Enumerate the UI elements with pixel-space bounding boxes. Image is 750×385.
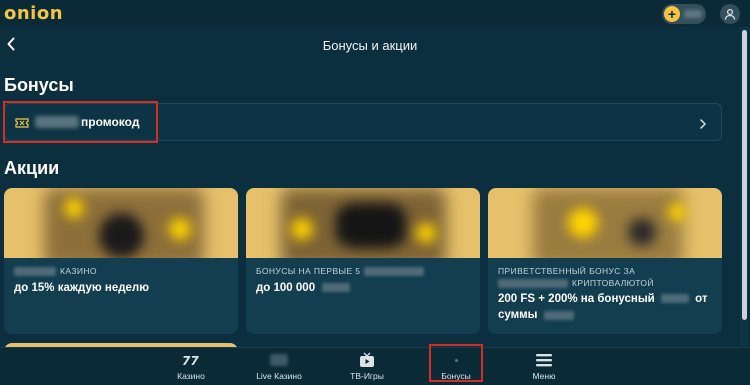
- promo-card-3-title-part3: суммы: [498, 309, 538, 322]
- nav-label-menu: Меню: [532, 371, 556, 381]
- promotions-section-title: Акции: [4, 158, 60, 178]
- blurred-text: [543, 310, 574, 320]
- promo-card-2-title: до 100 000: [256, 280, 470, 296]
- promo-card-3-image: [488, 188, 722, 258]
- menu-icon: [535, 352, 553, 368]
- blurred-text: [322, 283, 351, 293]
- scrollbar-thumb[interactable]: [742, 30, 747, 320]
- page-header: Бонусы и акции: [0, 27, 740, 63]
- bonuses-section-title: Бонусы: [4, 75, 74, 95]
- svg-text:777: 777: [182, 354, 200, 367]
- promo-card-3-title-part2: от: [695, 293, 708, 305]
- nav-item-live-casino[interactable]: Live Казино: [249, 352, 309, 384]
- tv-icon: [358, 352, 376, 368]
- promo-card-1-subtitle-text: КАЗИНО: [60, 266, 97, 276]
- nav-label-tv-games: ТВ-Игры: [350, 371, 384, 381]
- promo-card-2-title-text: до 100 000: [256, 282, 316, 294]
- topbar-actions: +: [662, 3, 740, 24]
- user-icon[interactable]: [720, 3, 740, 24]
- top-bar: onion +: [0, 0, 750, 27]
- promo-card-3-subtitle-line2: КРИПТОВАЛЮТОЙ: [498, 278, 712, 288]
- promo-card-1-title: до 15% каждую неделю: [14, 282, 150, 294]
- promo-card-2-subtitle-text: БОНУСЫ НА ПЕРВЫЕ 5: [256, 266, 361, 276]
- bottom-nav: 777 Казино Live Казино ТВ-Игры Бонусы Ме…: [0, 347, 750, 385]
- nav-item-casino[interactable]: 777 Казино: [161, 352, 221, 384]
- nav-item-tv-games[interactable]: ТВ-Игры: [337, 352, 397, 384]
- nav-label-casino: Казино: [177, 371, 205, 381]
- balance-pill[interactable]: +: [662, 3, 706, 24]
- live-casino-icon: [270, 352, 288, 368]
- logo[interactable]: onion: [4, 3, 63, 24]
- promo-card-2-image: [246, 188, 480, 258]
- promo-card-1[interactable]: КАЗИНО до 15% каждую неделю: [4, 188, 238, 334]
- promo-card-1-subtitle: КАЗИНО: [14, 266, 228, 276]
- chevron-right-icon: [699, 117, 707, 129]
- sevens-icon: 777: [182, 352, 200, 368]
- promo-card-1-image: [4, 188, 238, 258]
- blurred-text: [364, 266, 425, 276]
- promo-card-3-subtitle-line2-text: КРИПТОВАЛЮТОЙ: [572, 278, 654, 288]
- promo-card-3-title-part1: 200 FS + 200% на бонусный: [498, 293, 655, 305]
- blurred-text: [498, 278, 568, 288]
- nav-item-menu[interactable]: Меню: [514, 352, 574, 384]
- promo-card-3[interactable]: ПРИВЕТСТВЕННЫЙ БОНУС ЗА КРИПТОВАЛЮТОЙ 20…: [488, 188, 722, 334]
- page-title: Бонусы и акции: [322, 37, 418, 53]
- plus-icon[interactable]: +: [664, 5, 680, 22]
- promo-card-2-subtitle: БОНУСЫ НА ПЕРВЫЕ 5: [256, 266, 470, 276]
- nav-label-live-casino: Live Казино: [256, 371, 302, 381]
- promo-highlight-box: [3, 101, 158, 143]
- blurred-text: [14, 266, 56, 276]
- balance-amount-blurred: [684, 9, 702, 18]
- promo-card-3-title: 200 FS + 200% на бонусный от суммы: [498, 291, 712, 323]
- promo-card-2[interactable]: БОНУСЫ НА ПЕРВЫЕ 5 до 100 000: [246, 188, 480, 334]
- promo-card-3-subtitle-line1: ПРИВЕТСТВЕННЫЙ БОНУС ЗА: [498, 266, 636, 276]
- chevron-left-icon[interactable]: [6, 37, 20, 53]
- bonuses-nav-highlight-box: [429, 344, 483, 382]
- blurred-text: [660, 294, 689, 304]
